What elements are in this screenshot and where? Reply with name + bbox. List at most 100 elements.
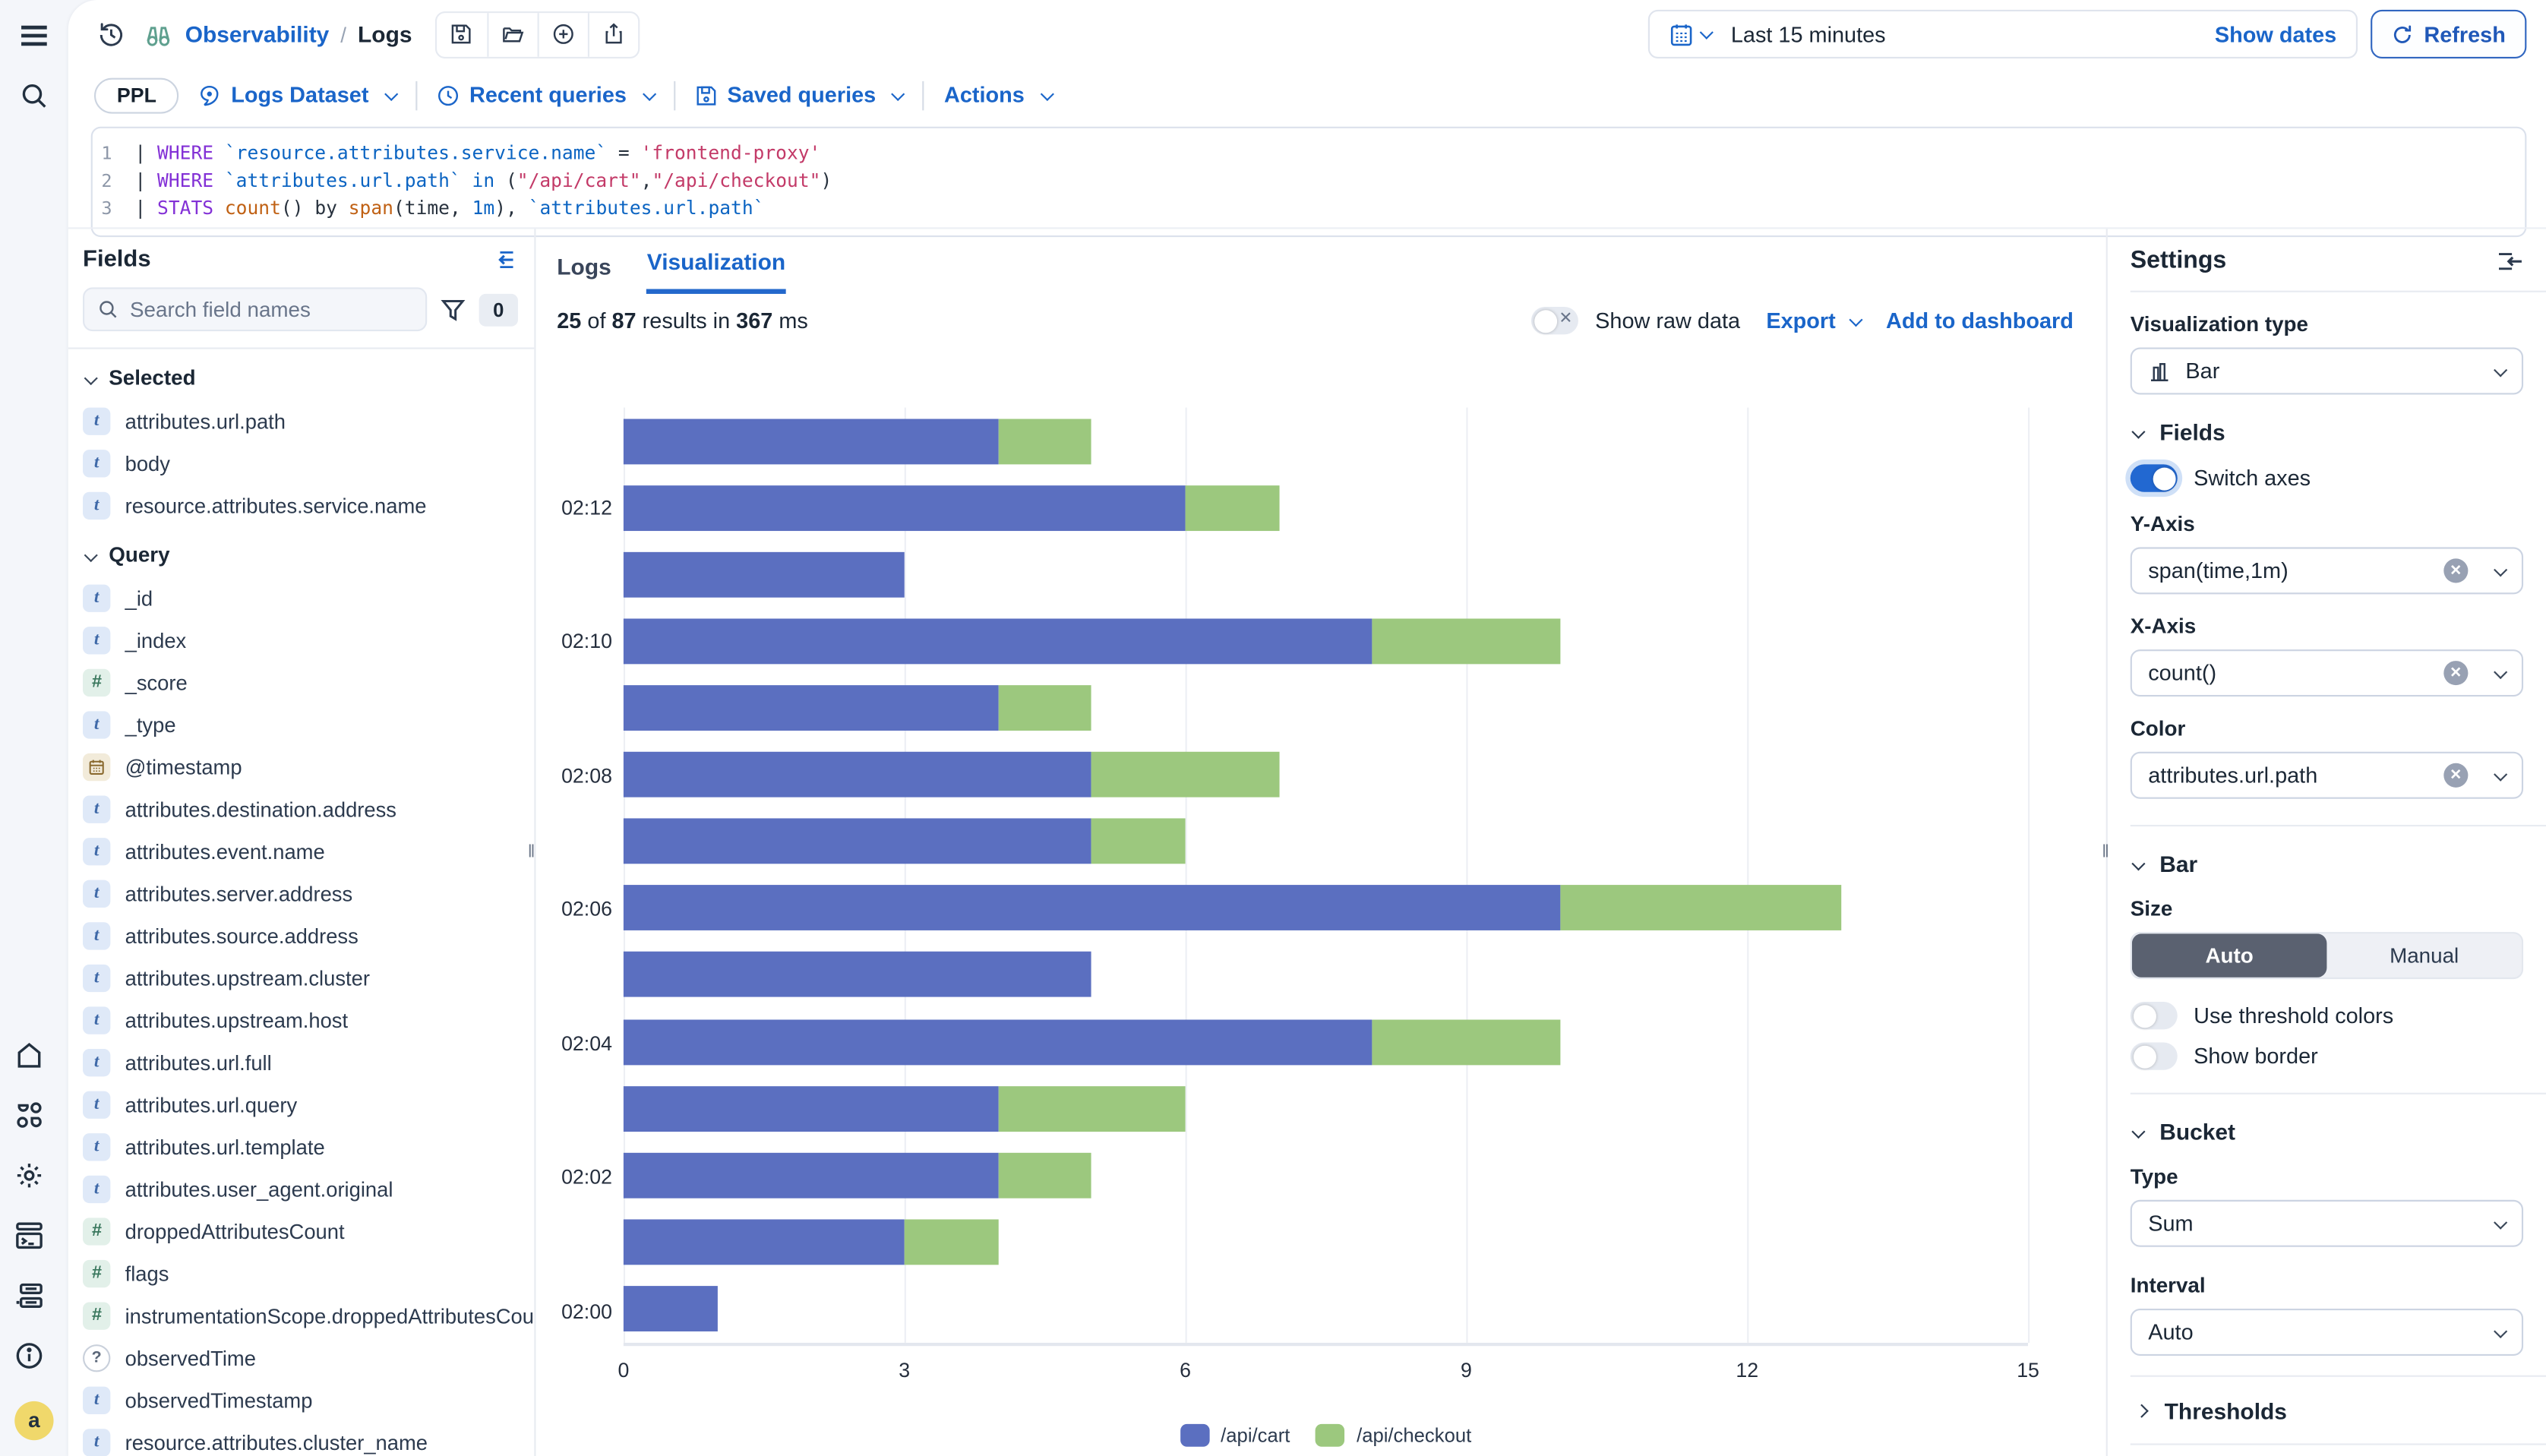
bar-segment[interactable] <box>624 618 1373 664</box>
user-avatar[interactable]: a <box>14 1401 53 1439</box>
query-editor-line[interactable]: 2| WHERE `attributes.url.path` in ("/api… <box>93 167 2525 194</box>
add-to-dashboard-button[interactable]: Add to dashboard <box>1886 308 2074 333</box>
bar-segment[interactable] <box>624 819 1091 864</box>
apps-icon[interactable] <box>14 1100 43 1129</box>
field-item[interactable]: tattributes.user_agent.original <box>68 1167 535 1210</box>
bar-segment[interactable] <box>1091 819 1185 864</box>
show-border-toggle[interactable] <box>2131 1042 2178 1069</box>
bar-segment[interactable] <box>624 551 905 597</box>
field-item[interactable]: tattributes.upstream.cluster <box>68 956 535 999</box>
actions-menu[interactable]: Actions <box>944 83 1052 107</box>
axes-accordion[interactable]: Axes <box>2131 1445 2523 1456</box>
tab-visualization[interactable]: Visualization <box>647 248 785 294</box>
bar-segment[interactable] <box>624 1152 998 1198</box>
filter-icon[interactable] <box>440 296 466 322</box>
history-icon[interactable] <box>97 21 125 48</box>
query-editor-line[interactable]: 3| STATS count() by span(time, 1m), `att… <box>93 195 2525 223</box>
field-item[interactable]: tresource.attributes.service.name <box>68 484 535 526</box>
collapse-settings-icon[interactable] <box>2497 248 2523 273</box>
field-item[interactable]: tattributes.url.path <box>68 400 535 442</box>
bar-segment[interactable] <box>624 418 998 464</box>
bar-segment[interactable] <box>624 1286 717 1331</box>
field-item[interactable]: t_id <box>68 576 535 619</box>
bar-segment[interactable] <box>1560 886 1841 931</box>
bar-segment[interactable] <box>1186 485 1279 530</box>
viz-type-select[interactable]: Bar <box>2131 347 2523 394</box>
bar-segment[interactable] <box>905 1219 998 1265</box>
search-icon[interactable] <box>20 81 49 110</box>
bar-segment[interactable] <box>624 1219 905 1265</box>
field-item[interactable]: #flags <box>68 1252 535 1294</box>
field-item[interactable]: tattributes.upstream.host <box>68 999 535 1041</box>
field-item[interactable]: t_type <box>68 703 535 746</box>
time-range-picker[interactable]: Last 15 minutes Show dates <box>1648 10 2358 58</box>
size-auto-button[interactable]: Auto <box>2132 933 2327 978</box>
field-item[interactable]: tattributes.url.query <box>68 1083 535 1126</box>
query-language-badge[interactable]: PPL <box>94 77 179 113</box>
field-item[interactable]: tattributes.event.name <box>68 829 535 872</box>
field-item[interactable]: #droppedAttributesCount <box>68 1210 535 1252</box>
field-item[interactable]: tattributes.destination.address <box>68 788 535 830</box>
bar-segment[interactable] <box>624 752 1091 797</box>
field-item[interactable]: tattributes.source.address <box>68 914 535 957</box>
field-item[interactable]: tattributes.url.full <box>68 1041 535 1083</box>
open-folder-icon[interactable] <box>487 12 537 56</box>
bar-segment[interactable] <box>998 418 1091 464</box>
use-threshold-colors-toggle[interactable] <box>2131 1002 2178 1029</box>
bar-accordion[interactable]: Bar <box>2131 851 2523 876</box>
dataset-selector[interactable]: Logs Dataset <box>198 83 396 107</box>
clear-icon[interactable]: ✕ <box>2443 558 2468 583</box>
field-item[interactable]: @timestamp <box>68 745 535 788</box>
bar-segment[interactable] <box>998 1152 1091 1198</box>
breadcrumb-app[interactable]: Observability <box>185 21 330 47</box>
switch-axes-toggle[interactable] <box>2131 464 2178 491</box>
bar-segment[interactable] <box>998 685 1091 731</box>
fields-accordion[interactable]: Fields <box>2131 419 2523 445</box>
legend-item[interactable]: /api/checkout <box>1316 1423 1472 1446</box>
x-axis-combo[interactable]: count() ✕ <box>2131 649 2523 696</box>
bar-segment[interactable] <box>624 1019 1373 1064</box>
save-icon[interactable] <box>437 12 487 56</box>
info-icon[interactable] <box>14 1341 43 1369</box>
legend-item[interactable]: /api/cart <box>1180 1423 1290 1446</box>
refresh-button[interactable]: Refresh <box>2371 10 2526 58</box>
field-item[interactable]: ?observedTime <box>68 1336 535 1379</box>
show-raw-data-toggle[interactable]: ✕ <box>1532 307 1579 334</box>
bar-segment[interactable] <box>624 886 1560 931</box>
saved-queries-menu[interactable]: Saved queries <box>695 83 904 107</box>
bar-segment[interactable] <box>624 1085 998 1131</box>
field-item[interactable]: tattributes.url.template <box>68 1125 535 1167</box>
panel-resize-handle[interactable]: ‖ <box>2102 842 2111 862</box>
interval-select[interactable]: Auto <box>2131 1309 2523 1356</box>
home-icon[interactable] <box>14 1040 43 1069</box>
bar-segment[interactable] <box>624 485 1186 530</box>
bar-segment[interactable] <box>1373 1019 1560 1064</box>
y-axis-combo[interactable]: span(time,1m) ✕ <box>2131 547 2523 594</box>
field-section-selected[interactable]: Selected <box>68 349 535 400</box>
color-combo[interactable]: attributes.url.path ✕ <box>2131 752 2523 799</box>
show-dates-button[interactable]: Show dates <box>2215 22 2336 46</box>
bucket-accordion[interactable]: Bucket <box>2131 1119 2523 1145</box>
clear-icon[interactable]: ✕ <box>2443 763 2468 788</box>
new-plus-icon[interactable] <box>537 12 587 56</box>
field-item[interactable]: tresource.attributes.cluster_name <box>68 1421 535 1456</box>
export-menu[interactable]: Export <box>1766 308 1859 333</box>
bucket-type-select[interactable]: Sum <box>2131 1200 2523 1247</box>
tab-logs[interactable]: Logs <box>557 253 611 293</box>
field-item[interactable]: #instrumentationScope.droppedAttributesC… <box>68 1294 535 1337</box>
bar-segment[interactable] <box>624 685 998 731</box>
clear-icon[interactable]: ✕ <box>2443 661 2468 685</box>
time-range-value[interactable]: Last 15 minutes <box>1731 22 1886 46</box>
query-editor[interactable]: 1| WHERE `resource.attributes.service.na… <box>91 127 2527 237</box>
bar-segment[interactable] <box>624 952 1091 998</box>
menu-icon[interactable] <box>20 21 49 50</box>
query-editor-line[interactable]: 1| WHERE `resource.attributes.service.na… <box>93 140 2525 167</box>
field-item[interactable]: tobservedTimestamp <box>68 1379 535 1421</box>
field-search-input[interactable]: Search field names <box>83 287 427 331</box>
thresholds-accordion[interactable]: Thresholds <box>2131 1377 2523 1424</box>
share-icon[interactable] <box>587 12 637 56</box>
bar-segment[interactable] <box>998 1085 1186 1131</box>
recent-queries-menu[interactable]: Recent queries <box>437 83 654 107</box>
field-item[interactable]: tbody <box>68 441 535 484</box>
field-item[interactable]: tattributes.server.address <box>68 872 535 914</box>
